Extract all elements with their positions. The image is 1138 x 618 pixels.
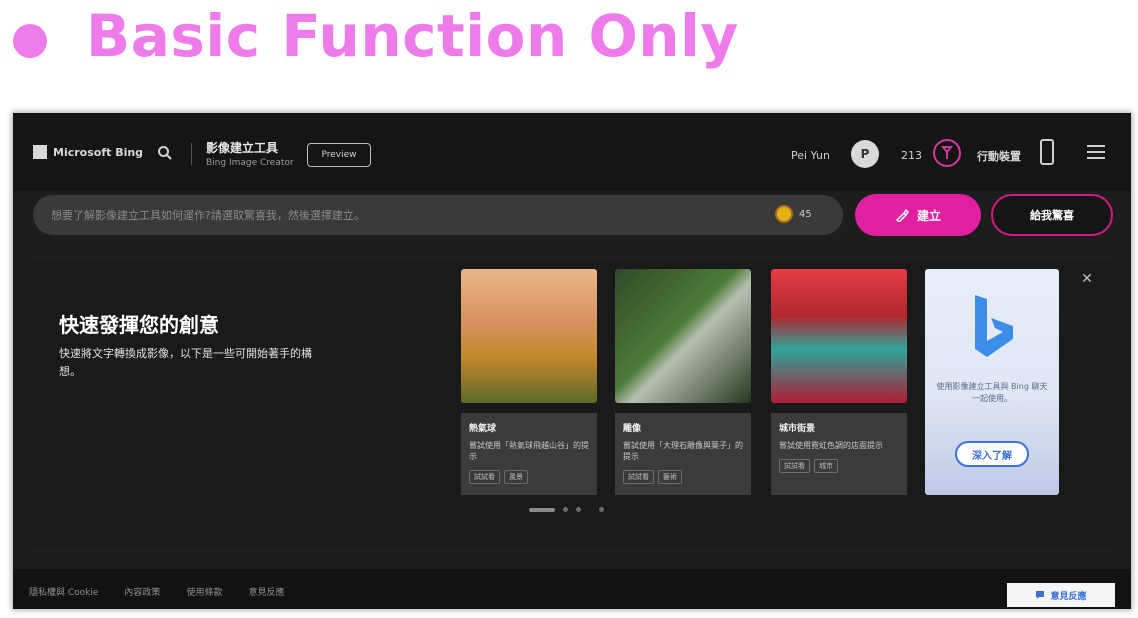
card-image [461,269,597,403]
brush-icon [895,208,909,222]
create-button-label: 建立 [916,208,941,223]
footer-link[interactable]: 內容政策 [124,585,160,598]
headline-text: Basic Function Only [86,2,739,70]
inspiration-panel: 快速發揮您的創意 快速將文字轉換成影像，以下是一些可開始著手的構想。 熱氣球 嘗… [33,259,1113,549]
product-title: 影像建立工具 [206,141,279,155]
pager-dot[interactable] [563,507,568,512]
feedback-button[interactable]: 意見反應 [1007,583,1115,607]
footer-link[interactable]: 使用條款 [186,585,222,598]
user-name[interactable]: Pei Yun [791,149,830,162]
example-card[interactable]: 熱氣球 嘗試使用「熱氣球飛越山谷」的提示 試試看 風景 [461,269,597,495]
card-tag[interactable]: 藝術 [658,470,682,484]
bullet-icon [13,24,47,58]
panel-title: 快速發揮您的創意 [59,313,219,337]
card-info: 熱氣球 嘗試使用「熱氣球飛越山谷」的提示 試試看 風景 [461,413,597,495]
example-card[interactable]: 城市街景 嘗試使用霓虹色調的店面提示 試試看 城市 [771,269,907,495]
card-image [615,269,751,403]
learn-more-button[interactable]: 深入了解 [955,441,1029,467]
bing-logo-icon [975,295,1013,357]
slide-headline: Basic Function Only [0,0,1138,90]
product-subtitle: Bing Image Creator [206,158,294,168]
card-title: 城市街景 [779,424,816,434]
card-tag[interactable]: 風景 [504,470,528,484]
card-info: 雕像 嘗試使用「大理石雕像與葉子」的提示 試試看 藝術 [615,413,751,495]
product-name[interactable]: 影像建立工具 Bing Image Creator [206,139,294,168]
card-title: 熱氣球 [469,424,497,434]
bing-logo[interactable]: Microsoft Bing [33,145,143,159]
pager-active-indicator[interactable] [529,507,555,512]
card-description: 嘗試使用「大理石雕像與葉子」的提示 [623,441,743,461]
panel-description: 快速將文字轉換成影像，以下是一些可開始著手的構想。 [59,347,312,378]
card-tag[interactable]: 試試看 [779,459,810,473]
browser-screenshot: Microsoft Bing 影像建立工具 Bing Image Creator… [12,112,1132,610]
feedback-label: 意見反應 [1050,591,1087,602]
card-tag[interactable]: 試試看 [623,470,654,484]
prompt-input[interactable]: 想要了解影像建立工具如何運作?請選取驚喜我，然後選擇建立。 45 [33,195,843,235]
close-icon[interactable]: ✕ [1079,271,1095,287]
boost-count: 45 [799,208,812,220]
search-icon[interactable] [153,141,177,165]
top-navigation-bar: Microsoft Bing 影像建立工具 Bing Image Creator… [13,113,1131,191]
mobile-app-label[interactable]: 行動裝置 [977,148,1021,164]
microsoft-logo-icon [33,145,47,159]
card-tag[interactable]: 城市 [814,459,838,473]
footer: 隱私權與 Cookie 內容政策 使用條款 意見反應 意見反應 [13,569,1131,609]
surprise-me-button[interactable]: 給我驚喜 [991,194,1113,236]
card-description: 嘗試使用「熱氣球飛越山谷」的提示 [469,441,589,461]
logo-text: Microsoft Bing [53,145,144,159]
card-image [771,269,907,403]
create-button[interactable]: 建立 [855,194,981,236]
card-info: 城市街景 嘗試使用霓虹色調的店面提示 試試看 城市 [771,413,907,495]
pager-dot[interactable] [599,507,604,512]
phone-icon[interactable] [1040,139,1054,165]
prompt-placeholder: 想要了解影像建立工具如何運作?請選取驚喜我，然後選擇建立。 [51,209,365,222]
carousel-pager [529,507,604,512]
avatar[interactable]: P [851,140,879,168]
boost-counter[interactable]: 45 [775,205,812,223]
example-card[interactable]: 雕像 嘗試使用「大理石雕像與葉子」的提示 試試看 藝術 [615,269,751,495]
preview-badge: Preview [307,143,371,167]
divider [191,143,192,165]
promo-text: 使用影像建立工具與 Bing 聊天一起使用。 [936,382,1048,403]
pager-dot[interactable] [576,507,581,512]
menu-icon[interactable] [1087,145,1105,161]
chat-bubble-icon [1036,591,1045,599]
boost-coin-icon [775,205,793,223]
reward-icon[interactable] [933,139,961,167]
card-description: 嘗試使用霓虹色調的店面提示 [779,441,883,450]
footer-link[interactable]: 隱私權與 Cookie [29,585,98,598]
footer-link[interactable]: 意見反應 [248,585,284,598]
card-tag[interactable]: 試試看 [469,470,500,484]
card-title: 雕像 [623,424,642,434]
bing-promo-card: 使用影像建立工具與 Bing 聊天一起使用。 深入了解 [925,269,1059,495]
rewards-points[interactable]: 213 [901,149,922,162]
